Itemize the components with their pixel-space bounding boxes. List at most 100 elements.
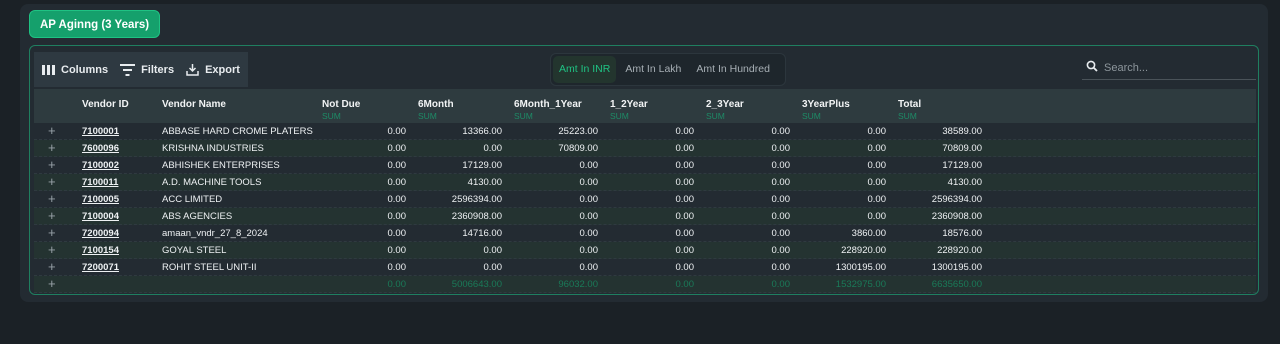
- vendor-name-cell: ACC LIMITED: [162, 194, 223, 205]
- vendor-id-link[interactable]: 7200071: [82, 262, 119, 273]
- cell-not-due: 0.00: [387, 143, 407, 154]
- amt-lakh-option[interactable]: Amt In Lakh: [619, 56, 687, 83]
- table-row[interactable]: +7100004 ABS AGENCIES 0.00 2360908.00 0.00 0.…: [34, 208, 1256, 225]
- cell-3yearplus: 0.00: [867, 194, 887, 205]
- expand-icon[interactable]: +: [48, 259, 56, 274]
- vendor-name-cell: amaan_vndr_27_8_2024: [162, 228, 268, 239]
- sum-label: SUM: [514, 111, 533, 121]
- cell-1-2year: 0.00: [675, 177, 695, 188]
- expand-icon[interactable]: +: [48, 157, 56, 172]
- table-row[interactable]: +7100011 A.D. MACHINE TOOLS 0.00 4130.00 0.0…: [34, 174, 1256, 191]
- cell-6month-1year: 0.00: [579, 160, 599, 171]
- header-6month[interactable]: 6Month: [418, 99, 454, 110]
- table-row[interactable]: +7200071 ROHIT STEEL UNIT-II 0.00 0.00 0.00 0…: [34, 259, 1256, 276]
- header-1-2year[interactable]: 1_2Year: [610, 99, 648, 110]
- cell-not-due: 0.00: [387, 160, 407, 171]
- cell-total: 38589.00: [942, 126, 982, 137]
- vendor-id-link[interactable]: 7100011: [82, 177, 118, 188]
- header-vendor-id[interactable]: Vendor ID: [82, 99, 129, 110]
- amt-hundred-option[interactable]: Amt In Hundred: [690, 56, 776, 83]
- cell-3yearplus: 0.00: [867, 160, 887, 171]
- vendor-id-link[interactable]: 7200094: [82, 228, 119, 239]
- table-row[interactable]: +7100154 GOYAL STEEL 0.00 0.00 0.00 0.00 0.00 2…: [34, 242, 1256, 259]
- vendor-id-link[interactable]: 7100154: [82, 245, 119, 256]
- columns-button[interactable]: Columns: [42, 64, 108, 76]
- cell-2-3year: 0.00: [771, 160, 791, 171]
- cell-6month: 0.00: [483, 143, 503, 154]
- export-button[interactable]: Export: [186, 63, 240, 76]
- cell-6month: 17129.00: [462, 160, 502, 171]
- expand-icon[interactable]: +: [48, 225, 56, 240]
- table-row[interactable]: +7100002 ABHISHEK ENTERPRISES 0.00 17129.00…: [34, 157, 1256, 174]
- cell-not-due: 0.00: [387, 262, 407, 273]
- vendor-id-link[interactable]: 7100002: [82, 160, 119, 171]
- total-not-due: 0.00: [387, 279, 407, 290]
- cell-3yearplus: 1300195.00: [835, 262, 886, 273]
- cell-6month-1year: 0.00: [579, 262, 599, 273]
- expand-icon[interactable]: +: [48, 191, 56, 206]
- cell-1-2year: 0.00: [675, 228, 695, 239]
- total-1-2year: 0.00: [675, 279, 695, 290]
- amt-inr-option[interactable]: Amt In INR: [553, 56, 617, 83]
- table-row[interactable]: +7100005 ACC LIMITED 0.00 2596394.00 0.00 0.0…: [34, 191, 1256, 208]
- sum-label: SUM: [898, 111, 917, 121]
- header-3yearplus[interactable]: 3YearPlus: [802, 99, 850, 110]
- expand-icon[interactable]: +: [48, 174, 56, 189]
- columns-icon: [42, 64, 55, 75]
- cell-6month: 2360908.00: [451, 211, 502, 222]
- vendor-id-link[interactable]: 7100001: [82, 126, 119, 137]
- filters-button[interactable]: Filters: [120, 63, 175, 76]
- cell-total: 18576.00: [942, 228, 982, 239]
- columns-label: Columns: [61, 63, 109, 76]
- expand-icon[interactable]: +: [48, 208, 56, 223]
- cell-3yearplus: 0.00: [867, 177, 887, 188]
- cell-6month-1year: 70809.00: [558, 143, 598, 154]
- cell-6month: 14716.00: [462, 228, 502, 239]
- sum-label: SUM: [418, 111, 437, 121]
- cell-2-3year: 0.00: [771, 228, 791, 239]
- cell-total: 17129.00: [942, 160, 982, 171]
- cell-total: 2360908.00: [931, 211, 982, 222]
- header-not-due[interactable]: Not Due: [322, 99, 360, 110]
- cell-6month-1year: 25223.00: [558, 126, 598, 137]
- cell-total: 70809.00: [942, 143, 982, 154]
- cell-6month-1year: 0.00: [579, 211, 599, 222]
- cell-3yearplus: 0.00: [867, 211, 887, 222]
- cell-3yearplus: 0.00: [867, 126, 887, 137]
- export-label: Export: [205, 63, 240, 76]
- total-6month-1year: 96032.00: [558, 279, 598, 290]
- cell-total: 4130.00: [947, 177, 982, 188]
- vendor-id-link[interactable]: 7100005: [82, 194, 119, 205]
- cell-1-2year: 0.00: [675, 143, 695, 154]
- cell-1-2year: 0.00: [675, 211, 695, 222]
- sum-label: SUM: [802, 111, 821, 121]
- total-6month: 5006643.00: [451, 279, 502, 290]
- cell-total: 228920.00: [937, 245, 982, 256]
- search-box: [1082, 56, 1256, 80]
- expand-icon[interactable]: +: [48, 140, 56, 155]
- sum-label: SUM: [706, 111, 725, 121]
- expand-icon[interactable]: +: [48, 242, 56, 257]
- vendor-name-cell: ABBASE HARD CROME PLATERS: [162, 126, 313, 137]
- cell-6month: 4130.00: [467, 177, 502, 188]
- vendor-id-link[interactable]: 7100004: [82, 211, 119, 222]
- amount-unit-toggle: Amt In INR Amt In Lakh Amt In Hundred: [550, 53, 786, 86]
- table-row[interactable]: +7100001 ABBASE HARD CROME PLATERS 0.00 133…: [34, 123, 1256, 140]
- total-total: 6635650.00: [931, 279, 982, 290]
- header-2-3year[interactable]: 2_3Year: [706, 99, 744, 110]
- expand-icon[interactable]: +: [48, 123, 56, 138]
- report-title-button[interactable]: AP Aginng (3 Years): [29, 10, 161, 38]
- download-icon: [186, 63, 199, 76]
- header-6month-1year[interactable]: 6Month_1Year: [514, 99, 582, 110]
- table-row[interactable]: +7600096 KRISHNA INDUSTRIES 0.00 0.00 70809.…: [34, 140, 1256, 157]
- filters-label: Filters: [141, 63, 175, 76]
- cell-6month-1year: 0.00: [579, 245, 599, 256]
- header-total[interactable]: Total: [898, 99, 921, 110]
- expand-icon[interactable]: +: [48, 276, 56, 291]
- table-row[interactable]: +7200094 amaan_vndr_27_8_2024 0.00 14716.00…: [34, 225, 1256, 242]
- cell-6month-1year: 0.00: [579, 177, 599, 188]
- vendor-id-link[interactable]: 7600096: [82, 143, 119, 154]
- header-vendor-name[interactable]: Vendor Name: [162, 99, 226, 110]
- cell-6month: 13366.00: [462, 126, 502, 137]
- search-input[interactable]: [1104, 61, 1244, 74]
